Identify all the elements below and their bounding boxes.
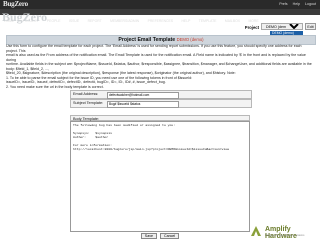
app-logo: BugZero bbox=[2, 10, 48, 24]
top-bar: BugZero Prefs Help Logout bbox=[0, 0, 320, 9]
save-button[interactable]: Save bbox=[140, 233, 157, 239]
subject-row: Subject Template: bbox=[70, 99, 252, 108]
subject-field[interactable] bbox=[107, 101, 179, 108]
instructions: Use this form to configure the email tem… bbox=[6, 44, 314, 89]
body-textarea[interactable]: The following bug has been modified or a… bbox=[70, 121, 250, 232]
project-label: Project bbox=[244, 25, 259, 30]
logout-link[interactable]: Logout bbox=[305, 2, 316, 6]
brand-logo[interactable]: BugZero bbox=[3, 0, 28, 9]
instructions-line: email is also used as the From address o… bbox=[6, 53, 306, 62]
instructions-line: Use this form to configure the email tem… bbox=[6, 44, 302, 53]
cancel-button[interactable]: Cancel bbox=[160, 233, 180, 239]
top-links: Prefs Help Logout bbox=[275, 1, 316, 8]
nav-report[interactable]: REPORT bbox=[88, 18, 102, 24]
email-label: Email Address: bbox=[73, 92, 99, 96]
subject-label: Subject Template: bbox=[73, 101, 104, 105]
company-logo: Amplify Hardware bridging the gap betwee… bbox=[249, 224, 317, 240]
edit-button[interactable]: Edit bbox=[305, 23, 316, 30]
project-select[interactable]: DEMO (demo) bbox=[261, 23, 303, 30]
email-row: Email Address: bbox=[70, 90, 252, 99]
nav-template[interactable]: TEMPLATE bbox=[199, 18, 217, 24]
instructions-line: runtime. Available fields in the subject… bbox=[6, 62, 312, 71]
nav-members-admin[interactable]: MEMBERS/ADMIN bbox=[110, 18, 139, 24]
email-field[interactable] bbox=[107, 92, 179, 99]
email-template-form: Email Address: Subject Template: Body Te… bbox=[70, 90, 252, 240]
main-nav: HOME PROJECT PEOPLE ISSUE REPORT MEMBERS… bbox=[0, 9, 320, 23]
company-logo-icon bbox=[251, 226, 261, 236]
instructions-line: 2. You need make sure the url in the bod… bbox=[6, 84, 104, 89]
nav-issue[interactable]: ISSUE bbox=[69, 18, 79, 24]
form-buttons: Save Cancel bbox=[70, 233, 250, 239]
company-name: Amplify Hardware bbox=[265, 226, 297, 240]
nav-help[interactable]: HELP bbox=[181, 18, 190, 24]
company-tagline: bridging the gap between systems bbox=[265, 234, 305, 237]
page-title: Project Email Template bbox=[118, 37, 176, 43]
project-bar: Project DEMO (demo) Edit bbox=[226, 23, 316, 31]
prefs-link[interactable]: Prefs bbox=[279, 2, 287, 6]
nav-preferences[interactable]: PREFERENCES bbox=[148, 18, 173, 24]
page-subtitle: DEMO (demo) bbox=[176, 37, 204, 42]
nav-people[interactable]: PEOPLE bbox=[47, 18, 61, 24]
help-link[interactable]: Help bbox=[293, 2, 300, 6]
